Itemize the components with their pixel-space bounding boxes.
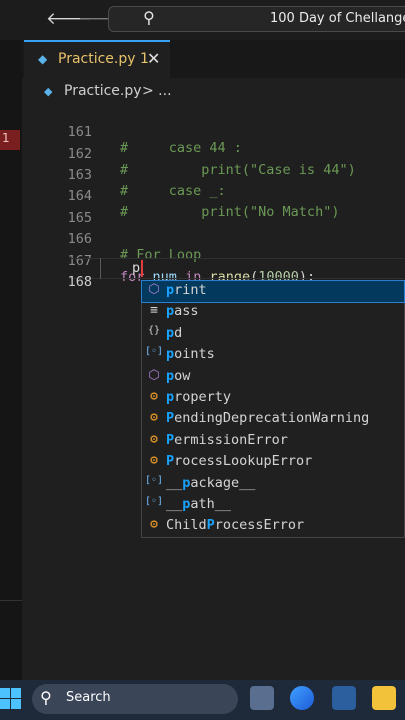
suggestion-item[interactable]: ⚙ ProcessLookupError xyxy=(142,452,404,473)
task-view-icon[interactable] xyxy=(250,686,274,710)
problem-count: 1 xyxy=(2,131,10,145)
method-cube-icon: ⬡ xyxy=(148,282,160,297)
suggestion-item[interactable]: [◦] points xyxy=(142,345,404,366)
suggestion-label: PendingDeprecationWarning xyxy=(166,410,370,427)
suggestion-label: pd xyxy=(166,324,183,341)
class-icon: ⚙ xyxy=(150,389,158,404)
suggestion-item[interactable]: ≡ pass xyxy=(142,302,404,323)
typed-text: p xyxy=(132,260,141,276)
code-line-165[interactable]: 165 xyxy=(22,194,405,226)
match-highlight: P xyxy=(166,431,175,448)
suggestion-item[interactable]: ⚙ property xyxy=(142,388,404,409)
line-number: 168 xyxy=(67,274,92,290)
match-highlight: p xyxy=(166,389,175,405)
match-highlight: P xyxy=(166,410,175,427)
suggestion-item[interactable]: ⚙ ChildProcessError xyxy=(142,516,404,537)
suggestion-label: PermissionError xyxy=(166,431,288,448)
class-icon: ⚙ xyxy=(150,517,158,533)
code-line-161[interactable]: 161 # case 44 : xyxy=(22,108,405,156)
file-explorer-icon[interactable] xyxy=(372,686,396,710)
code-line-167[interactable]: 167 for num in range(10000): xyxy=(22,237,405,285)
suggestion-label: property xyxy=(166,389,232,405)
suggestion-item[interactable]: [◦] __package__ xyxy=(142,474,404,495)
code-line-166[interactable]: 166 # For Loop xyxy=(22,215,405,263)
class-icon: ⚙ xyxy=(150,410,158,426)
suggestion-item[interactable]: ⬡ pow xyxy=(142,367,404,388)
python-file-icon: ◆ xyxy=(44,85,53,98)
text-caret xyxy=(141,260,143,277)
suggestion-item[interactable]: ⬡ print xyxy=(141,280,405,303)
method-cube-icon: ⬡ xyxy=(148,367,160,383)
breadcrumb-file[interactable]: Practice.py xyxy=(64,83,142,99)
taskbar-search[interactable] xyxy=(32,684,238,714)
suggestion-label: points xyxy=(166,346,215,363)
variable-icon: [◦] xyxy=(145,474,164,486)
close-icon[interactable]: ✕ xyxy=(147,49,160,68)
keyword-icon: ≡ xyxy=(150,303,158,319)
taskbar-search-label: Search xyxy=(66,690,111,705)
search-icon: ⚲ xyxy=(40,688,52,707)
match-highlight: p xyxy=(166,303,175,320)
panel-divider xyxy=(0,600,22,601)
tab-label: Practice.py 1 xyxy=(58,51,149,67)
suggestion-label: pass xyxy=(166,303,199,320)
suggestion-item[interactable]: {} pd xyxy=(142,324,404,345)
breadcrumb-separator[interactable]: > ... xyxy=(142,83,172,99)
class-icon: ⚙ xyxy=(150,431,158,447)
variable-icon: [◦] xyxy=(145,496,164,507)
suggestion-item[interactable]: [◦] __path__ xyxy=(142,495,404,516)
match-highlight: p xyxy=(182,496,191,512)
match-highlight: p xyxy=(166,346,175,363)
python-file-icon: ◆ xyxy=(38,52,48,66)
suggestion-item[interactable]: ⚙ PermissionError xyxy=(142,431,404,452)
match-highlight: p xyxy=(166,282,175,298)
suggestion-item[interactable]: ⚙ PendingDeprecationWarning xyxy=(142,409,404,430)
suggestion-label: print xyxy=(166,282,207,298)
suggestion-label: ChildProcessError xyxy=(166,517,305,534)
code-line-163[interactable]: 163 # case _: xyxy=(22,151,405,199)
search-icon: ⚲ xyxy=(143,8,155,27)
match-highlight: P xyxy=(206,517,215,534)
copilot-icon[interactable] xyxy=(290,686,314,710)
match-highlight: P xyxy=(166,453,175,470)
module-braces-icon: {} xyxy=(147,324,161,336)
code-line-162[interactable]: 162 # print("Case is 44") xyxy=(22,130,405,178)
indent-guide xyxy=(100,258,101,279)
match-highlight: p xyxy=(182,474,191,491)
variable-icon: [◦] xyxy=(145,346,164,358)
vscode-icon[interactable] xyxy=(332,686,356,710)
code-line-164[interactable]: 164 # print("No Match") xyxy=(22,172,405,220)
suggestion-label: __package__ xyxy=(166,474,256,491)
suggestion-label: __path__ xyxy=(166,496,232,512)
suggestion-label: ProcessLookupError xyxy=(166,453,313,470)
windows-start-icon[interactable] xyxy=(0,688,22,712)
code-line-168[interactable]: 168 xyxy=(22,258,405,290)
match-highlight: p xyxy=(166,367,175,384)
match-highlight: p xyxy=(166,324,175,341)
command-center-text: 100 Day of Chellange c xyxy=(270,11,405,26)
suggestion-label: pow xyxy=(166,367,191,384)
class-icon: ⚙ xyxy=(150,453,158,469)
